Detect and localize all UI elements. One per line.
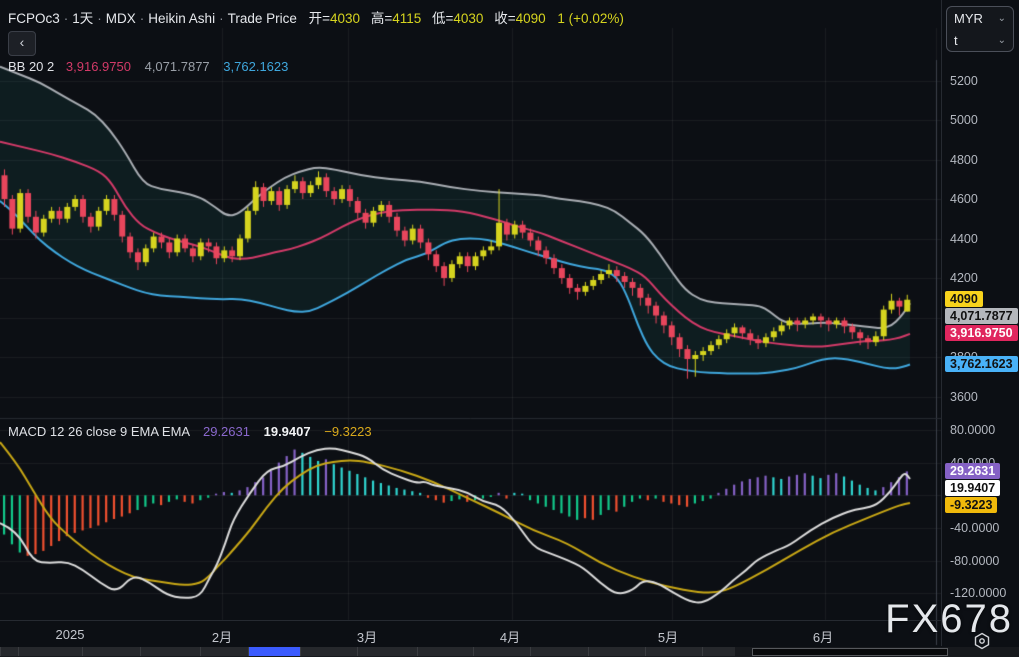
timeline-scrollbar-segment[interactable] xyxy=(645,647,702,656)
price-badge: 4090 xyxy=(945,291,983,307)
chart-style[interactable]: Heikin Ashi xyxy=(148,11,215,26)
price-badge: 3,762.1623 xyxy=(945,356,1018,372)
currency-selector: MYR ⌄ t ⌄ xyxy=(946,6,1014,52)
timeline-scrollbar-segment[interactable] xyxy=(18,647,82,656)
chart-canvas[interactable] xyxy=(0,0,941,646)
time-tick-label: 4月 xyxy=(500,627,520,646)
time-tick-label: 2月 xyxy=(212,627,232,646)
change-value: 1 (+0.02%) xyxy=(557,11,623,26)
timeline-scrollbar-active[interactable] xyxy=(248,647,300,656)
price-badge: 4,071.7877 xyxy=(945,308,1018,324)
axis-tick-label: 4800 xyxy=(950,153,978,167)
symbol-header: FCPOc3·1天·MDX·Heikin Ashi·Trade Price 开=… xyxy=(8,7,624,27)
time-tick-label: 5月 xyxy=(658,627,678,646)
price-axis[interactable]: 5200500048004600440042003800360080.00004… xyxy=(941,0,1019,646)
price-type: Trade Price xyxy=(228,11,297,26)
unit-value: t xyxy=(954,33,958,48)
close-value: 4090 xyxy=(516,11,546,26)
exchange: MDX xyxy=(106,11,136,26)
interval[interactable]: 1天 xyxy=(72,11,93,26)
open-value: 4030 xyxy=(330,11,360,26)
timeline-scrollbar-segment[interactable] xyxy=(0,647,18,656)
open-label: 开= xyxy=(309,11,330,26)
trading-chart-app: FCPOc3·1天·MDX·Heikin Ashi·Trade Price 开=… xyxy=(0,0,1019,657)
watermark: FX678 xyxy=(885,597,1013,642)
fx678-logo-icon xyxy=(973,632,991,650)
axis-tick-label: -80.0000 xyxy=(950,554,999,568)
timeline-scrollbar-segment[interactable] xyxy=(702,647,735,656)
high-value: 4115 xyxy=(392,11,421,26)
axis-tick-label: 4600 xyxy=(950,192,978,206)
unit-dropdown[interactable]: t ⌄ xyxy=(947,29,1013,51)
price-badge: -9.3223 xyxy=(945,497,997,513)
axis-tick-label: 4400 xyxy=(950,232,978,246)
timeline-scrollbar[interactable] xyxy=(0,647,1019,657)
chevron-down-icon: ⌄ xyxy=(998,13,1006,24)
currency-value: MYR xyxy=(954,11,983,26)
time-tick-label: 3月 xyxy=(357,627,377,646)
bb-upper-value: 4,071.7877 xyxy=(145,59,210,74)
bb-lower-value: 3,762.1623 xyxy=(223,59,288,74)
close-label: 收= xyxy=(494,11,515,26)
timeline-scrollbar-segment[interactable] xyxy=(200,647,248,656)
timeline-scrollbar-segment[interactable] xyxy=(300,647,357,656)
price-badge: 29.2631 xyxy=(945,463,1000,479)
axis-tick-label: 5200 xyxy=(950,74,978,88)
bb-basis-value: 3,916.9750 xyxy=(66,59,131,74)
axis-tick-label: 3600 xyxy=(950,390,978,404)
price-badge: 19.9407 xyxy=(945,480,1000,496)
currency-dropdown[interactable]: MYR ⌄ xyxy=(947,7,1013,29)
macd-title: MACD 12 26 close 9 EMA EMA xyxy=(8,424,189,439)
low-label: 低= xyxy=(432,11,453,26)
macd-signal-value: −9.3223 xyxy=(324,424,371,439)
macd-histogram-value: 29.2631 xyxy=(203,424,250,439)
time-tick-label: 6月 xyxy=(813,627,833,646)
back-button[interactable]: ‹ xyxy=(8,31,36,56)
axis-tick-label: -40.0000 xyxy=(950,521,999,535)
back-icon: ‹ xyxy=(20,34,25,50)
chevron-down-icon: ⌄ xyxy=(998,35,1006,46)
timeline-range-box[interactable] xyxy=(752,648,948,656)
timeline-scrollbar-segment[interactable] xyxy=(82,647,140,656)
high-label: 高= xyxy=(371,11,392,26)
timeline-scrollbar-segment[interactable] xyxy=(357,647,417,656)
timeline-scrollbar-segment[interactable] xyxy=(530,647,588,656)
timeline-scrollbar-segment[interactable] xyxy=(588,647,645,656)
price-badge: 3,916.9750 xyxy=(945,325,1018,341)
bb-legend[interactable]: BB 20 2 3,916.9750 4,071.7877 3,762.1623 xyxy=(8,59,288,74)
time-axis[interactable]: 2025 2月 3月 4月 5月 6月 xyxy=(0,620,941,648)
macd-legend[interactable]: MACD 12 26 close 9 EMA EMA 29.2631 19.94… xyxy=(8,424,372,439)
time-tick-label: 2025 xyxy=(56,627,85,642)
low-value: 4030 xyxy=(453,11,483,26)
axis-tick-label: 80.0000 xyxy=(950,423,995,437)
axis-tick-label: 4200 xyxy=(950,271,978,285)
bb-title: BB 20 2 xyxy=(8,59,54,74)
timeline-scrollbar-segment[interactable] xyxy=(140,647,200,656)
timeline-scrollbar-segment[interactable] xyxy=(417,647,473,656)
symbol-name[interactable]: FCPOc3 xyxy=(8,11,60,26)
timeline-scrollbar-segment[interactable] xyxy=(473,647,530,656)
macd-line-value: 19.9407 xyxy=(264,424,311,439)
axis-tick-label: 5000 xyxy=(950,113,978,127)
